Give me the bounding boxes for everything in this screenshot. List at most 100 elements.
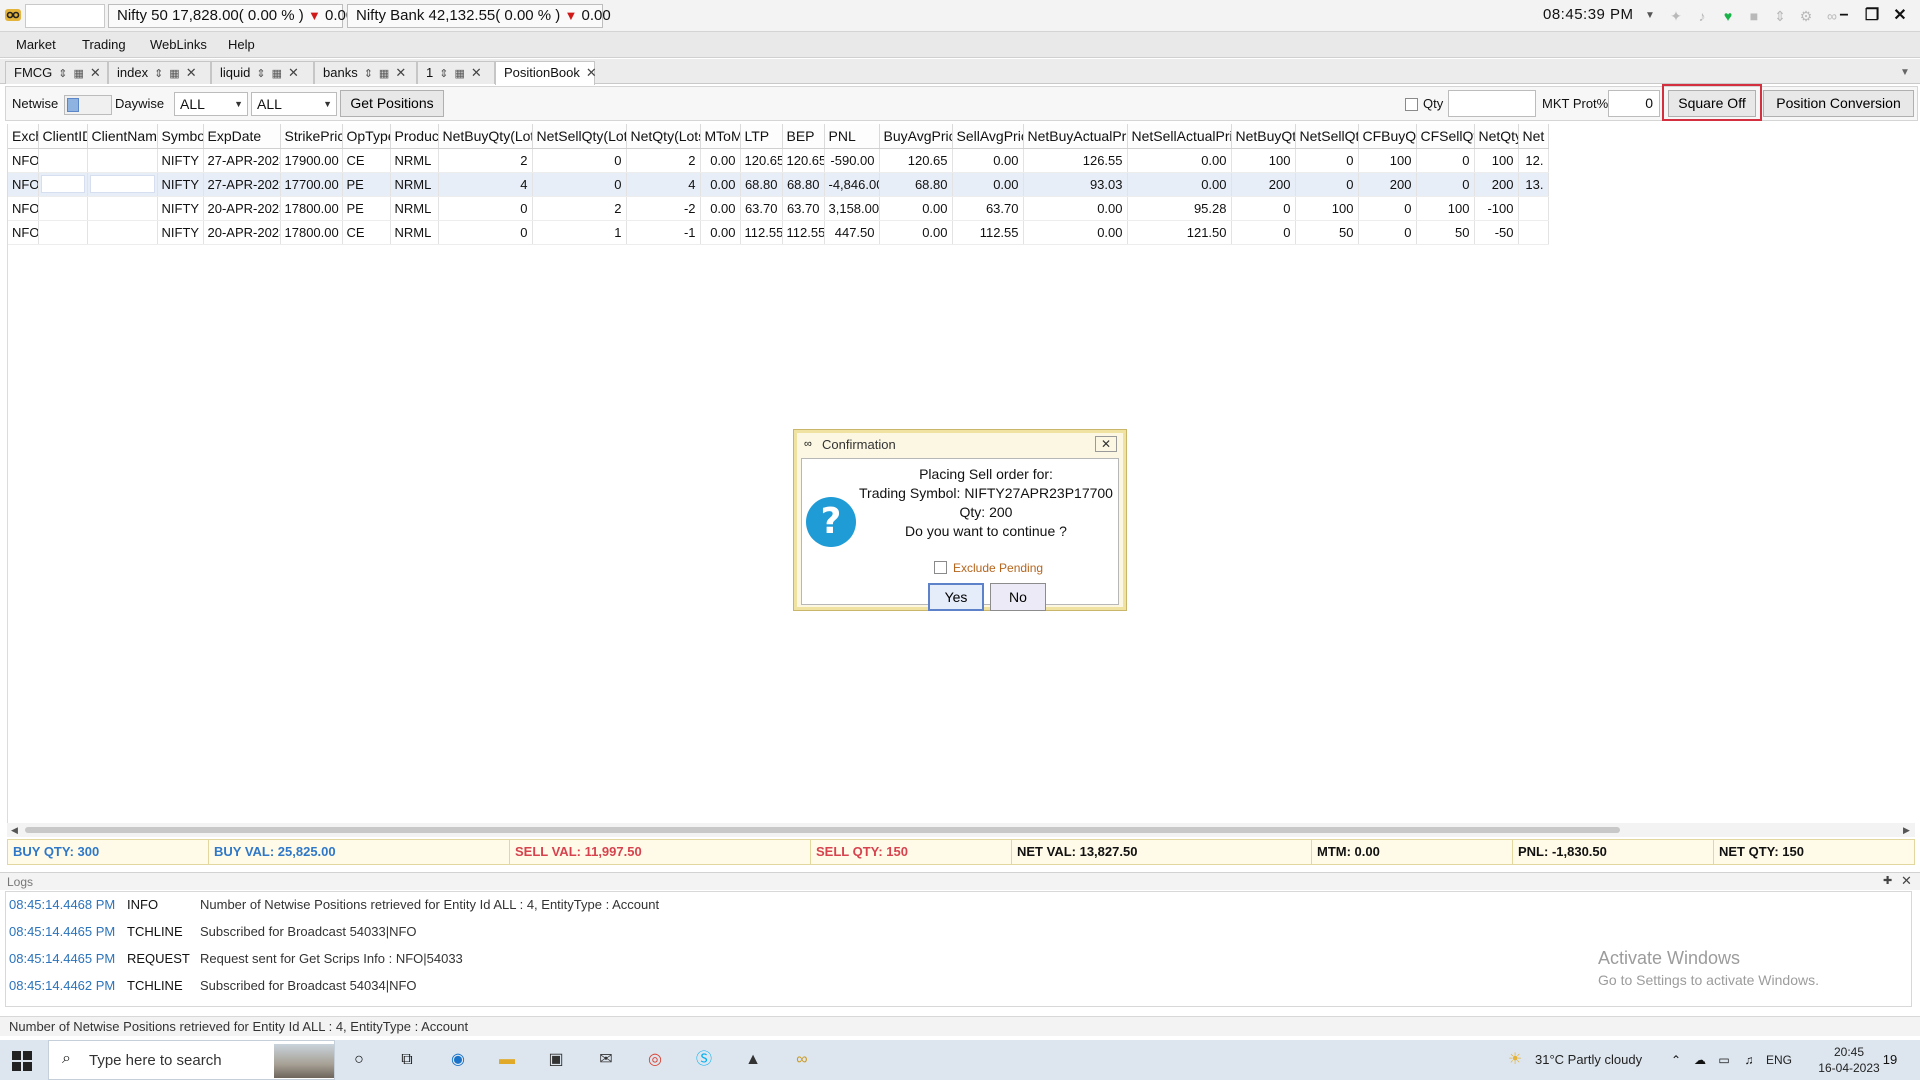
cell-edit-box[interactable] <box>89 175 155 193</box>
column-header-exch[interactable]: Exch <box>8 124 39 149</box>
entity-filter-select[interactable]: ALL ▼ <box>251 92 337 116</box>
grid-icon[interactable]: ▦ <box>272 68 282 80</box>
grid-icon[interactable]: ▦ <box>454 68 464 80</box>
qty-checkbox[interactable] <box>1405 98 1418 111</box>
magic-wand-icon[interactable]: ✦ <box>1666 6 1686 26</box>
restore-icon[interactable]: ❐ <box>1860 4 1884 28</box>
close-icon[interactable]: ✕ <box>186 65 197 80</box>
close-icon[interactable]: ✕ <box>586 65 597 80</box>
column-header-netbuyqty-lots[interactable]: NetBuyQty(Lots) <box>438 124 533 149</box>
trading-app-icon[interactable]: ∞ <box>790 1048 814 1072</box>
tab-overflow-icon[interactable]: ▼ <box>1900 67 1910 78</box>
tab-liquid[interactable]: liquid ⇕ ▦ ✕ <box>211 61 314 84</box>
column-header-netsellactualprice[interactable]: NetSellActualPrice <box>1127 124 1232 149</box>
mkt-prot-input[interactable]: 0 <box>1608 90 1660 117</box>
minimize-icon[interactable]: − <box>1832 4 1856 28</box>
menu-trading[interactable]: Trading <box>82 37 126 52</box>
sort-arrows-icon[interactable]: ⇕ <box>439 68 448 80</box>
menu-weblinks[interactable]: WebLinks <box>150 37 207 52</box>
tab-positionbook[interactable]: PositionBook ✕ <box>495 61 597 85</box>
column-header-strikeprice[interactable]: StrikePrice <box>280 124 343 149</box>
table-row[interactable]: NFO NIFTY 20-APR-2023 17800.00 PE NRML 0 2 -2 0.0… <box>8 196 1549 221</box>
column-header-clientid[interactable]: ClientID <box>38 124 88 149</box>
account-filter-select[interactable]: ALL ▼ <box>174 92 248 116</box>
file-explorer-icon[interactable]: ▬ <box>495 1048 519 1072</box>
close-icon[interactable]: ✕ <box>1901 873 1912 889</box>
position-conversion-button[interactable]: Position Conversion <box>1763 90 1914 117</box>
notifications-icon[interactable]: 19 <box>1880 1050 1900 1070</box>
photos-icon[interactable]: ▲ <box>741 1048 765 1072</box>
mail-icon[interactable]: ✉ <box>594 1048 618 1072</box>
scroll-right-icon[interactable]: ▶ <box>1903 823 1910 837</box>
close-icon[interactable]: ✕ <box>1888 4 1912 28</box>
get-positions-button[interactable]: Get Positions <box>340 90 444 117</box>
column-header-pnl[interactable]: PNL <box>824 124 880 149</box>
pin-icon[interactable]: ✚ <box>1883 874 1892 887</box>
column-header-netqty-lots[interactable]: NetQty(Lots) <box>626 124 701 149</box>
column-header-product[interactable]: Product <box>390 124 439 149</box>
close-icon[interactable]: ✕ <box>288 65 299 80</box>
tab-fmcg[interactable]: FMCG ⇕ ▦ ✕ <box>5 61 108 84</box>
cell-edit-box[interactable] <box>40 175 85 193</box>
column-header-netsellqty-lots[interactable]: NetSellQty(Lots) <box>532 124 627 149</box>
tab-index[interactable]: index ⇕ ▦ ✕ <box>108 61 211 84</box>
column-header-sellavgprice[interactable]: SellAvgPrice <box>952 124 1024 149</box>
scrollbar-thumb[interactable] <box>25 827 1620 833</box>
sort-arrows-icon[interactable]: ⇕ <box>364 68 373 80</box>
close-icon[interactable]: ✕ <box>395 65 406 80</box>
chevron-down-icon[interactable]: ▼ <box>1640 6 1660 26</box>
grid-icon[interactable]: ▦ <box>379 68 389 80</box>
cloud-icon[interactable]: ☁ <box>1688 1048 1712 1072</box>
column-header-buyavgprice[interactable]: BuyAvgPrice <box>879 124 953 149</box>
table-row[interactable]: NFO NIFTY 27-APR-2023 17900.00 CE NRML 2 0 2 0.00… <box>8 148 1549 173</box>
network-icon[interactable]: ▭ <box>1712 1048 1736 1072</box>
column-header-cfsellqty[interactable]: CFSellQty <box>1416 124 1475 149</box>
scroll-left-icon[interactable]: ◀ <box>11 823 18 837</box>
checkbox-box[interactable] <box>934 561 947 574</box>
bell-icon[interactable]: ♪ <box>1692 6 1712 26</box>
symbol-search-input[interactable] <box>25 4 105 28</box>
column-header-netsellqty[interactable]: NetSellQty <box>1295 124 1359 149</box>
column-header-netbuyactualprice[interactable]: NetBuyActualPrice <box>1023 124 1128 149</box>
chrome-icon[interactable]: ◎ <box>643 1048 667 1072</box>
column-header-optype[interactable]: OpType <box>342 124 391 149</box>
close-icon[interactable]: ✕ <box>90 65 101 80</box>
table-row[interactable]: NFO NIFTY 20-APR-2023 17800.00 CE NRML 0 1 -1 0.0… <box>8 220 1549 245</box>
column-header-cfbuyqty[interactable]: CFBuyQty <box>1358 124 1417 149</box>
tab-1[interactable]: 1 ⇕ ▦ ✕ <box>417 61 495 84</box>
column-header-netbuyqty[interactable]: NetBuyQty <box>1231 124 1296 149</box>
gear-icon[interactable]: ⚙ <box>1796 6 1816 26</box>
column-header-clientname[interactable]: ClientName <box>87 124 158 149</box>
yes-button[interactable]: Yes <box>928 583 984 611</box>
skype-icon[interactable]: Ⓢ <box>692 1048 716 1072</box>
task-view-icon[interactable]: ⧉ <box>395 1048 419 1072</box>
column-header-bep[interactable]: BEP <box>782 124 825 149</box>
store-icon[interactable]: ▣ <box>544 1048 568 1072</box>
dialog-close-button[interactable]: ✕ <box>1095 436 1117 452</box>
grid-icon[interactable]: ▦ <box>169 68 179 80</box>
menu-market[interactable]: Market <box>16 37 56 52</box>
chevron-up-icon[interactable]: ⌃ <box>1664 1048 1688 1072</box>
horizontal-scrollbar[interactable]: ◀ ▶ <box>7 823 1915 837</box>
qty-input[interactable] <box>1448 90 1536 117</box>
netwise-daywise-toggle[interactable] <box>64 95 112 115</box>
windows-start-icon[interactable] <box>12 1051 32 1071</box>
ticker-niftybank[interactable]: Nifty Bank 42,132.55( 0.00 % ) ▼ 0.00 <box>347 4 611 28</box>
ticker-nifty50[interactable]: Nifty 50 17,828.00( 0.00 % ) ▼ 0.00 <box>108 4 354 28</box>
language-indicator[interactable]: ENG <box>1766 1040 1792 1080</box>
close-icon[interactable]: ✕ <box>471 65 482 80</box>
taskbar-clock[interactable]: 20:45 16-04-2023 <box>1810 1044 1888 1076</box>
grid-icon[interactable]: ▦ <box>74 68 84 80</box>
heart-icon[interactable]: ♥ <box>1718 6 1738 26</box>
column-header-mtom[interactable]: MToM <box>700 124 741 149</box>
column-header-netqty[interactable]: NetQty <box>1474 124 1519 149</box>
sort-arrows-icon[interactable]: ⇕ <box>1770 6 1790 26</box>
exclude-pending-checkbox[interactable]: Exclude Pending <box>934 561 1043 575</box>
edge-browser-icon[interactable]: ◉ <box>446 1048 470 1072</box>
weather-icon[interactable]: ☀ <box>1503 1048 1527 1072</box>
weather-text[interactable]: 31°C Partly cloudy <box>1535 1040 1642 1080</box>
dialog-title-bar[interactable]: ∞ Confirmation ✕ <box>797 433 1123 457</box>
no-button[interactable]: No <box>990 583 1046 611</box>
lock-icon[interactable]: ■ <box>1744 6 1764 26</box>
sort-arrows-icon[interactable]: ⇕ <box>154 68 163 80</box>
